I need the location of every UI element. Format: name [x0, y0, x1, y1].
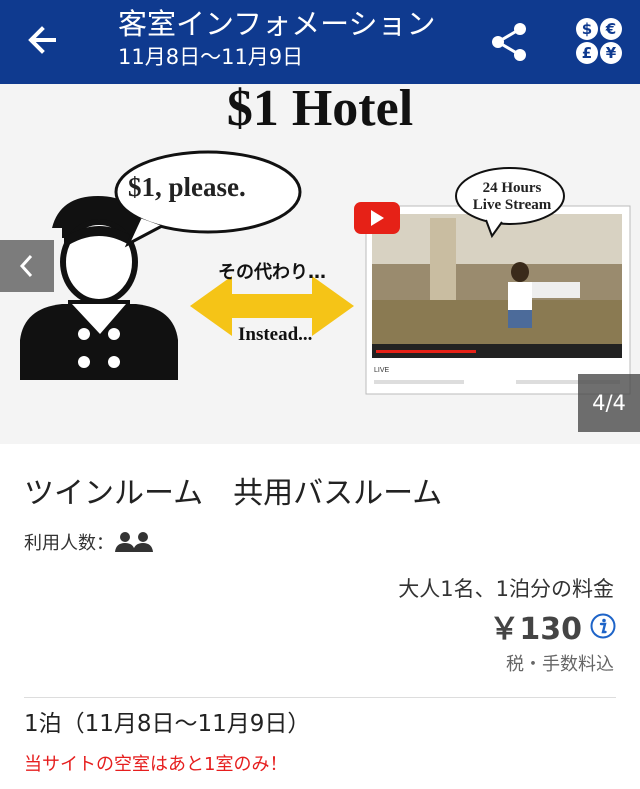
guests-row: 利用人数： — [24, 528, 154, 556]
gallery-counter: 4/4 — [578, 374, 640, 432]
tax-note: 税・手数料込 — [506, 654, 614, 675]
page-title: 客室インフォメーション — [118, 7, 436, 41]
share-button[interactable] — [486, 18, 534, 66]
video-thumbnail: LIVE — [365, 205, 631, 395]
image-title-text: $1 Hotel — [226, 84, 414, 137]
chevron-left-icon — [19, 254, 33, 278]
arrow-caption-en: Instead... — [238, 324, 313, 345]
share-icon — [492, 23, 526, 61]
room-name: ツインルーム 共用バスルーム — [24, 476, 443, 511]
currency-button[interactable]: $ € £ ¥ — [572, 14, 626, 68]
speech-bubble-text: $1, please. — [128, 172, 246, 202]
euro-glyph: € — [600, 18, 622, 40]
divider — [24, 697, 616, 698]
stream-bubble-text: 24 Hours Live Stream — [462, 180, 562, 214]
title-block: 客室インフォメーション 11月8日〜11月9日 — [118, 6, 436, 72]
youtube-logo-icon — [354, 202, 400, 234]
pound-glyph: £ — [576, 42, 598, 64]
price-value: ￥130 — [489, 612, 582, 647]
availability-warning: 当サイトの空室はあと1室のみ！ — [24, 754, 288, 775]
date-range: 11月8日〜11月9日 — [118, 45, 304, 69]
gallery-prev-button[interactable] — [0, 240, 54, 292]
info-icon[interactable] — [590, 613, 616, 639]
dollar-glyph: $ — [576, 18, 598, 40]
price-row: ￥130 — [489, 606, 616, 647]
svg-text:LIVE: LIVE — [374, 367, 390, 374]
stream-bubble-line2: Live Stream — [472, 197, 552, 213]
price-note: 大人1名、1泊分の料金 — [398, 577, 614, 601]
guests-label: 利用人数： — [24, 533, 114, 554]
stay-length: 1泊（11月8日〜11月9日） — [24, 711, 311, 737]
back-button[interactable] — [24, 20, 68, 60]
room-photo-gallery[interactable]: LIVE $1 Hotel $1, please. 24 Hours Live … — [0, 84, 640, 444]
back-arrow-icon — [28, 26, 56, 54]
yen-glyph: ¥ — [600, 42, 622, 64]
app-bar: 客室インフォメーション 11月8日〜11月9日 $ € £ ¥ — [0, 0, 640, 84]
two-people-icon — [115, 532, 153, 552]
arrow-caption-ja: その代わり… — [218, 262, 326, 283]
stream-bubble-line1: 24 Hours — [482, 180, 542, 196]
